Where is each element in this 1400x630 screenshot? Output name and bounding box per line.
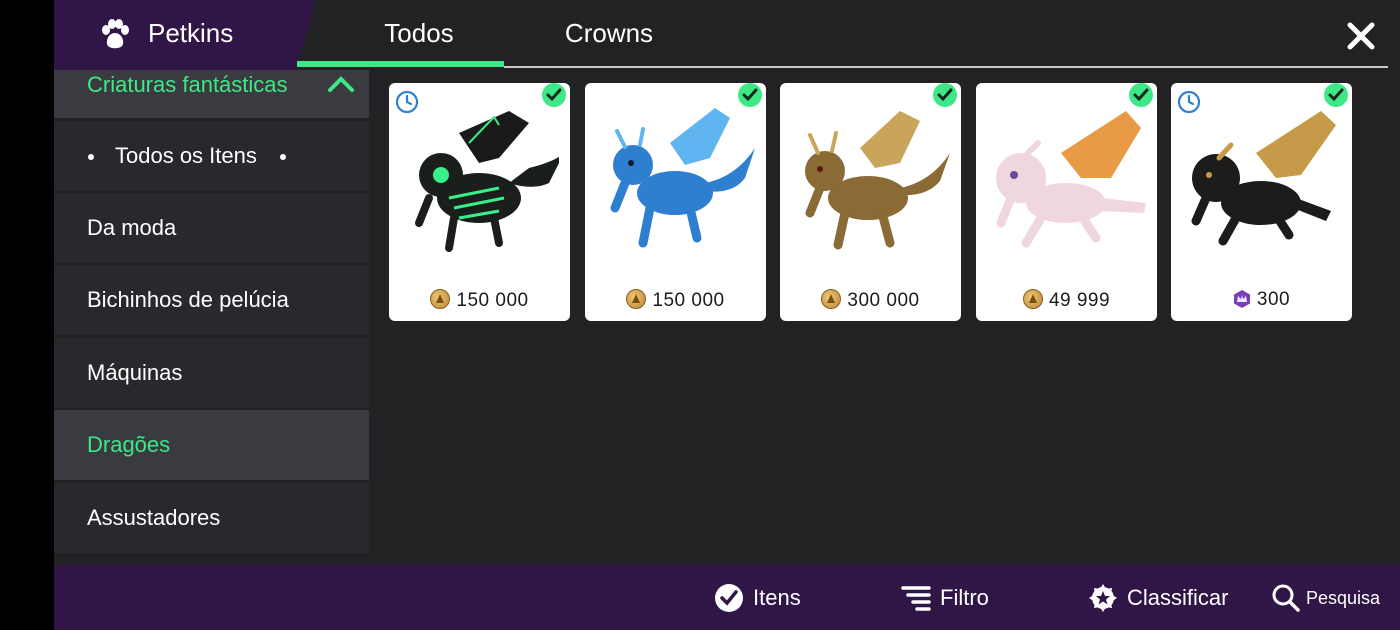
category-sidebar: Criaturas fantásticas Todos os Itens Da … [54, 70, 369, 554]
item-price: 150 000 [389, 289, 570, 312]
sidebar-item-maquinas[interactable]: Máquinas [54, 338, 369, 408]
sort-button-label: Classificar [1127, 585, 1229, 610]
filter-icon [901, 586, 931, 611]
chevron-up-icon[interactable] [326, 74, 356, 94]
sort-button[interactable]: Classificar [1088, 583, 1233, 613]
close-icon[interactable] [1341, 16, 1381, 56]
sidebar-item-da-moda[interactable]: Da moda [54, 193, 369, 263]
sidebar-item-assustadores[interactable]: Assustadores [54, 483, 369, 553]
filter-button-label: Filtro [940, 585, 989, 610]
item-card[interactable]: 150 000 [585, 83, 766, 321]
sidebar-item-label: Todos os Itens [115, 143, 257, 168]
gold-coin-icon [821, 289, 842, 309]
bottom-toolbar: Itens Filtro Classificar Pesquisa [54, 565, 1400, 630]
owned-check-icon [542, 83, 566, 107]
gold-coin-icon [1022, 289, 1043, 309]
sidebar-item-label: Dragões [87, 432, 171, 457]
gold-coin-icon [626, 289, 647, 309]
item-card[interactable]: 49 999 [976, 83, 1157, 321]
owned-check-icon [738, 83, 762, 107]
search-icon [1272, 584, 1300, 612]
paw-icon [102, 19, 129, 49]
dragon-pet-image [805, 111, 950, 250]
dragon-pet-image [610, 108, 755, 248]
owned-check-icon [1129, 83, 1153, 107]
sidebar-item-label: Da moda [87, 215, 177, 240]
sidebar-item-bichinhos-de-pelucia[interactable]: Bichinhos de pelúcia [54, 265, 369, 335]
search-button[interactable]: Pesquisa [1271, 583, 1386, 613]
category-header[interactable]: Criaturas fantásticas [54, 70, 369, 118]
dragon-pet-image [1191, 111, 1336, 246]
item-price: 300 [1171, 289, 1352, 311]
sidebar-item-label: Assustadores [87, 505, 221, 530]
items-button-label: Itens [753, 585, 801, 610]
sort-star-icon [1089, 584, 1117, 612]
item-card[interactable]: 150 000 [389, 83, 570, 321]
item-price: 300 000 [780, 289, 961, 312]
sidebar-item-dragoes[interactable]: Dragões [54, 410, 369, 480]
sidebar-item-todos-os-itens[interactable]: Todos os Itens [54, 121, 369, 191]
category-header-label: Criaturas fantásticas [87, 72, 288, 97]
brand-title: Petkins [148, 18, 234, 48]
check-circle-icon [715, 584, 743, 612]
tab-todos[interactable]: Todos [334, 18, 504, 49]
items-button[interactable]: Itens [714, 583, 814, 613]
crowns-currency-icon [1233, 290, 1250, 308]
owned-check-icon [933, 83, 957, 107]
item-card[interactable]: 300 000 [780, 83, 961, 321]
dragon-pet-image [996, 111, 1146, 248]
tab-divider [504, 66, 1388, 68]
active-tab-indicator [297, 61, 504, 67]
tab-crowns[interactable]: Crowns [524, 18, 694, 49]
dragon-pet-image [415, 111, 559, 252]
item-price: 150 000 [585, 289, 766, 312]
sidebar-item-label: Máquinas [87, 360, 183, 385]
bullet-dot [88, 154, 94, 160]
item-card[interactable]: 300 [1171, 83, 1352, 321]
shop-window: Petkins Todos Crowns Criaturas fantástic… [54, 0, 1400, 630]
sidebar-item-label: Bichinhos de pelúcia [87, 287, 289, 312]
item-price: 49 999 [976, 289, 1157, 312]
gold-coin-icon [430, 289, 451, 309]
search-button-label: Pesquisa [1306, 588, 1381, 608]
filter-button[interactable]: Filtro [901, 583, 1001, 613]
bullet-dot [280, 154, 286, 160]
owned-check-icon [1324, 83, 1348, 107]
